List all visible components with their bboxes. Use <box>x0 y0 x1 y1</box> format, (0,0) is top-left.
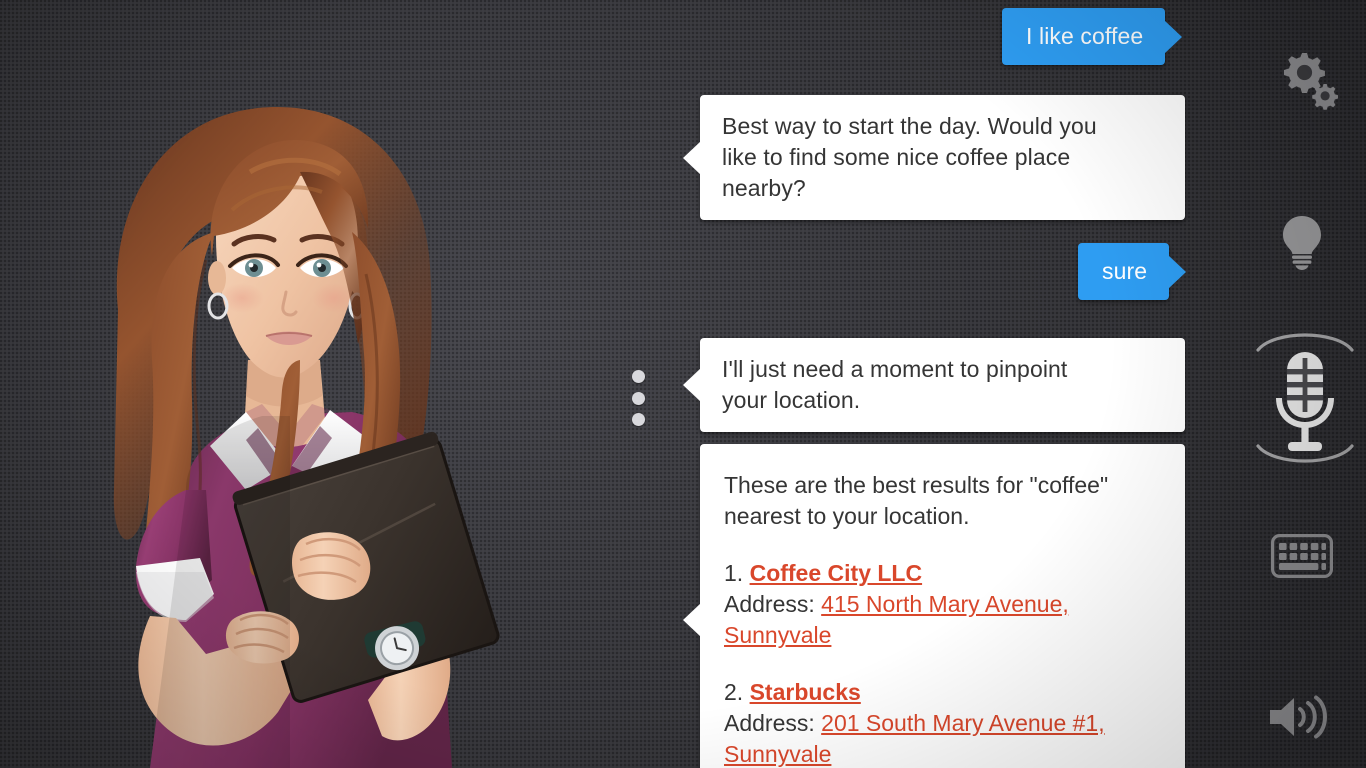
chat-bubble-user[interactable]: sure <box>1078 243 1187 300</box>
microphone-button[interactable] <box>1252 318 1358 478</box>
result-item[interactable]: 1. Coffee City LLC Address: 415 North Ma… <box>724 558 1165 651</box>
result-address-label: Address: <box>724 710 815 736</box>
result-item[interactable]: 2. Starbucks Address: 201 South Mary Ave… <box>724 677 1165 768</box>
chat-message-user-1[interactable]: I like coffee <box>1002 8 1183 65</box>
chat-message-text: I'll just need a moment to pinpoint your… <box>722 356 1068 413</box>
keyboard-button[interactable] <box>1270 533 1334 579</box>
results-bubble[interactable]: These are the best results for "coffee" … <box>683 444 1185 768</box>
chat-thread: I like coffee Best way to start the day.… <box>600 0 1200 768</box>
chat-bubble-bot[interactable]: I'll just need a moment to pinpoint your… <box>683 338 1185 432</box>
chat-message-text: Best way to start the day. Would you lik… <box>722 113 1097 201</box>
chat-bubble-bot[interactable]: Best way to start the day. Would you lik… <box>683 95 1185 220</box>
speaker-icon <box>1270 695 1327 739</box>
typing-dot <box>631 391 645 405</box>
chat-bubble-user[interactable]: I like coffee <box>1002 8 1183 65</box>
typing-indicator <box>630 370 646 426</box>
lightbulb-icon <box>1283 216 1321 270</box>
chat-message-text: I like coffee <box>1026 23 1144 49</box>
result-number: 2. <box>724 679 744 705</box>
chat-message-user-2[interactable]: sure <box>1078 243 1187 300</box>
results-intro-text: These are the best results for "coffee" … <box>724 472 1109 529</box>
result-address-label: Address: <box>724 591 815 617</box>
chat-message-bot-1[interactable]: Best way to start the day. Would you lik… <box>683 95 1185 220</box>
tips-button[interactable] <box>1276 213 1328 271</box>
keyboard-icon <box>1271 534 1333 578</box>
chat-message-results[interactable]: These are the best results for "coffee" … <box>683 444 1185 768</box>
speaker-button[interactable] <box>1266 692 1330 742</box>
action-rail <box>1200 0 1366 768</box>
assistant-avatar <box>0 60 560 768</box>
microphone-icon <box>1256 333 1354 463</box>
typing-dot <box>631 370 645 383</box>
settings-button[interactable] <box>1278 48 1342 112</box>
chat-message-bot-2[interactable]: I'll just need a moment to pinpoint your… <box>683 338 1185 432</box>
gears-icon <box>1284 53 1338 110</box>
typing-dot <box>631 413 645 426</box>
result-name-link[interactable]: Starbucks <box>750 679 861 705</box>
result-number: 1. <box>724 560 744 586</box>
chat-message-text: sure <box>1102 258 1148 284</box>
result-name-link[interactable]: Coffee City LLC <box>750 560 923 586</box>
assistant-app-screen: I like coffee Best way to start the day.… <box>0 0 1366 768</box>
